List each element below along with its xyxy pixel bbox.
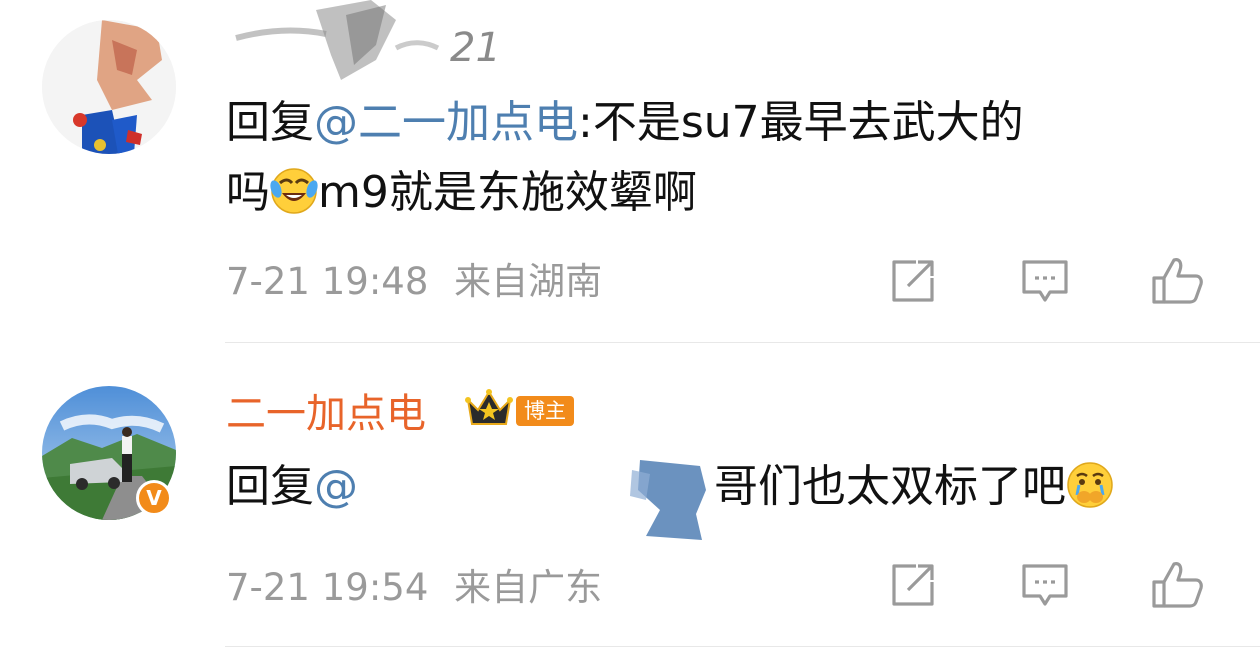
location: 来自广东 [454, 566, 603, 609]
divider [225, 342, 1260, 343]
comment-item: V 二一加点电 博主 回复@ 哥们也太双标了吧 7-21 19:54 来自广东 [0, 0, 1260, 609]
comment-icon[interactable] [1018, 558, 1072, 612]
comment-meta: 7-21 19:54 来自广东 [226, 566, 602, 610]
blogger-badge: 博主 [464, 388, 574, 434]
badge-label: 博主 [516, 396, 574, 426]
comment-thread: 21 回复@二一加点电:不是su7最早去武大的 吗 m9就是东施效颦啊 7-21… [0, 0, 1260, 655]
like-icon[interactable] [1150, 558, 1204, 612]
timestamp: 7-21 19:54 [226, 566, 429, 609]
crown-icon [464, 388, 514, 434]
verified-icon: V [136, 480, 172, 516]
divider [225, 646, 1260, 647]
crying-covering-mouth-emoji [1066, 460, 1114, 508]
share-icon[interactable] [886, 558, 940, 612]
mention-link[interactable]: @ [314, 461, 358, 512]
redacted-mention [370, 460, 710, 540]
username[interactable]: 二一加点电 [226, 390, 426, 438]
